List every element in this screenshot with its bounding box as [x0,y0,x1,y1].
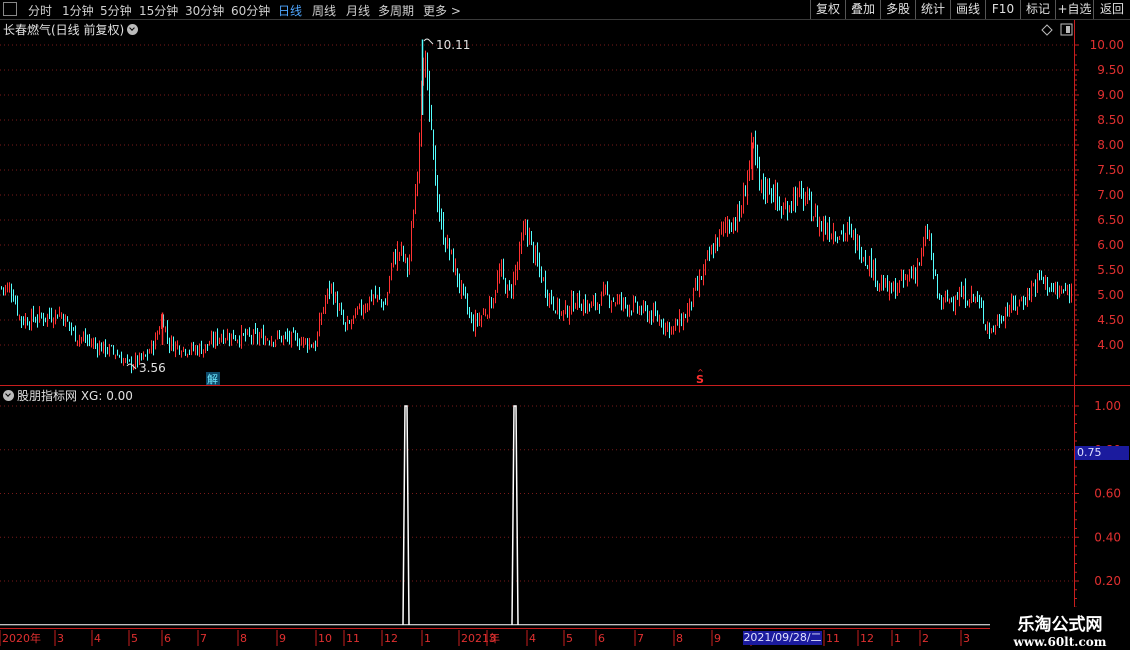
jie-marker[interactable]: 解 [207,372,218,386]
s-marker-caret: ^ [697,368,704,377]
price-tick-label: 5.50 [1097,263,1124,277]
selected-date-label: 2021/09/28/二 [743,631,822,645]
date-tick-label: 5 [566,632,573,645]
diamond-icon[interactable] [1041,24,1053,36]
watermark: 乐淘公式网 www.60lt.com [990,607,1130,650]
price-tick-label: 6.50 [1097,213,1124,227]
price-tick-label: 8.50 [1097,113,1124,127]
price-tick-label: 4.50 [1097,313,1124,327]
xg-signal-series [0,405,1074,626]
date-tick-label: 2020年 [2,631,41,645]
price-tick-label: 9.50 [1097,63,1124,77]
date-tick-label: 7 [200,632,207,645]
date-tick-label: 6 [598,632,605,645]
chart-canvas[interactable]: 10.00 9.50 9.00 8.50 8.00 7.50 7.00 6.50 6.00 5.5… [0,0,1130,650]
low-price-label: 3.56 [139,361,166,375]
date-tick-label: 3 [489,632,496,645]
date-tick-label: 11 [826,632,840,645]
watermark-title: 乐淘公式网 [1017,615,1103,635]
date-tick-label: 3 [57,632,64,645]
date-tick-label: 6 [164,632,171,645]
date-tick-label: 5 [131,632,138,645]
date-tick-label: 9 [279,632,286,645]
date-tick-label: 10 [318,632,332,645]
price-tick-label: 10.00 [1090,38,1124,52]
date-tick-label: 4 [94,632,101,645]
date-tick-label: 11 [346,632,360,645]
panel-expand-icon[interactable] [1060,23,1073,36]
chart-grid [0,20,1130,650]
price-axis: 10.00 9.50 9.00 8.50 8.00 7.50 7.00 6.50 6.00 5.5… [1074,38,1124,376]
price-tick-label: 9.00 [1097,88,1124,102]
date-tick-label: 8 [240,632,247,645]
date-tick-label: 4 [529,632,536,645]
date-tick-label: 3 [963,632,970,645]
date-tick-label: 12 [860,632,874,645]
price-tick-label: 5.00 [1097,288,1124,302]
indicator-axis: 1.000.800.600.400.20 [1074,399,1121,617]
date-tick-label: 7 [637,632,644,645]
price-tick-label: 7.00 [1097,188,1124,202]
candlestick-series [1,39,1072,374]
date-tick-label: 9 [714,632,721,645]
xg-signal-spike [511,405,519,625]
date-tick-label: 1 [894,632,901,645]
indicator-highlight-value: 0.75 [1075,446,1129,460]
date-axis: 2020年345678910111212021年3456789101112123… [0,630,1007,646]
date-tick-label: 8 [676,632,683,645]
watermark-url: www.60lt.com [1013,635,1107,649]
xg-signal-spike [402,405,410,625]
date-tick-label: 1 [424,632,431,645]
indicator-tick-label: 1.00 [1094,399,1121,413]
price-tick-label: 7.50 [1097,163,1124,177]
price-tick-label: 4.00 [1097,338,1124,352]
low-annotation: 3.56 [126,361,166,375]
date-tick-label: 12 [384,632,398,645]
high-annotation: 10.11 [423,38,470,52]
indicator-tick-label: 0.60 [1094,487,1121,501]
date-tick-label: 2 [922,632,929,645]
high-price-label: 10.11 [436,38,470,52]
price-tick-label: 6.00 [1097,238,1124,252]
price-tick-label: 8.00 [1097,138,1124,152]
indicator-tick-label: 0.20 [1094,574,1121,588]
indicator-tick-label: 0.40 [1094,530,1121,544]
